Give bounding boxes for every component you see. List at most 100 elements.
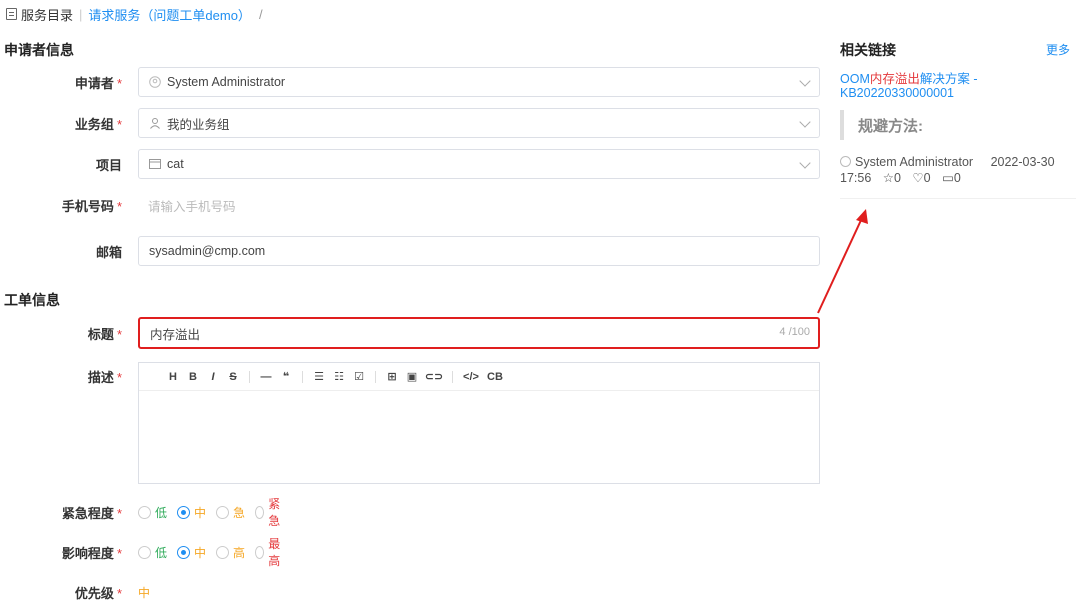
kb-likes: 0 <box>923 171 931 185</box>
italic-button[interactable]: I <box>203 371 223 383</box>
image-button[interactable]: ▣ <box>402 370 422 383</box>
applicant-row: 申请者 * System Administrator <box>0 67 820 97</box>
applicant-value: System Administrator <box>167 75 286 89</box>
table-button[interactable]: ⊞ <box>382 370 402 383</box>
link-button[interactable]: ⊂⊃ <box>422 370 446 383</box>
star-icon[interactable]: ☆ <box>883 171 894 185</box>
urgency-option-high[interactable]: 急 <box>216 504 245 521</box>
impact-option-mid[interactable]: 中 <box>177 544 206 561</box>
impact-option-high[interactable]: 高 <box>216 544 245 561</box>
urgency-radio-group: 低 中 急 紧急 <box>138 495 290 529</box>
breadcrumb-root[interactable]: 服务目录 <box>21 5 73 24</box>
applicant-section-title: 申请者信息 <box>4 42 74 58</box>
kb-author: System Administrator <box>855 155 974 169</box>
ticket-section-title: 工单信息 <box>4 292 60 308</box>
breadcrumb-slash: / <box>258 6 263 22</box>
radio-icon <box>138 505 151 519</box>
bold-button[interactable]: B <box>183 371 203 383</box>
breadcrumb-link[interactable]: 请求服务（问题工单demo） <box>88 5 251 24</box>
project-icon <box>149 158 161 170</box>
chevron-down-icon <box>799 116 811 128</box>
group-label: 业务组 * <box>74 116 122 132</box>
phone-label: 手机号码 * <box>61 198 122 214</box>
impact-radio-group: 低 中 高 最高 <box>138 535 290 569</box>
urgency-option-critical[interactable]: 紧急 <box>255 495 284 529</box>
project-label: 项目 <box>95 157 122 173</box>
impact-option-highest[interactable]: 最高 <box>255 535 284 569</box>
user-icon <box>840 156 851 167</box>
title-value: 内存溢出 <box>150 327 201 342</box>
radio-icon <box>138 545 151 559</box>
sidebar-divider <box>840 198 1076 199</box>
impact-option-low[interactable]: 低 <box>138 544 167 561</box>
radio-icon <box>216 545 230 559</box>
chevron-down-icon <box>799 75 811 87</box>
related-links-title: 相关链接 <box>840 42 896 58</box>
more-link[interactable]: 更多 <box>1046 41 1070 58</box>
urgency-option-low[interactable]: 低 <box>138 504 167 521</box>
comment-icon[interactable]: ▭ <box>942 171 954 185</box>
impact-label: 影响程度 * <box>61 545 122 561</box>
codeblock-button[interactable]: CB <box>483 371 507 383</box>
kb-date: 2022-03-30 <box>990 155 1055 169</box>
kb-stars: 0 <box>893 171 901 185</box>
project-row: 项目 cat <box>0 149 820 179</box>
project-value: cat <box>167 157 184 171</box>
email-row: 邮箱 sysadmin@cmp.com <box>0 236 820 266</box>
group-icon <box>149 117 161 129</box>
radio-icon <box>255 505 265 519</box>
radio-icon <box>216 505 230 519</box>
thumb-up-icon[interactable]: ♡ <box>912 171 923 185</box>
email-value: sysadmin@cmp.com <box>149 244 266 258</box>
urgency-row: 紧急程度 * 低 中 急 紧急 <box>0 497 280 528</box>
toolbar-divider <box>302 370 303 383</box>
quote-button[interactable]: ❝ <box>276 370 296 383</box>
title-row: 标题 * 内存溢出 4 /100 <box>0 317 820 349</box>
radio-icon <box>255 545 265 559</box>
breadcrumb: 服务目录 | 请求服务（问题工单demo） / <box>6 4 263 24</box>
kb-meta: System Administrator 2022-03-30 17:56 ☆0… <box>840 154 1072 186</box>
chevron-down-icon <box>799 157 811 169</box>
urgency-option-mid[interactable]: 中 <box>177 504 206 521</box>
toolbar-divider <box>249 370 250 383</box>
urgency-label: 紧急程度 * <box>61 505 122 521</box>
group-row: 业务组 * 我的业务组 <box>0 108 820 138</box>
heading-button[interactable]: H <box>163 371 183 383</box>
phone-row: 手机号码 * 请输入手机号码 <box>0 190 820 220</box>
kb-comments: 0 <box>953 171 961 185</box>
title-label: 标题 * <box>87 326 122 342</box>
phone-input[interactable]: 请输入手机号码 <box>138 190 820 220</box>
kb-article-link[interactable]: OOM内存溢出解决方案 - KB20220330000001 <box>840 72 1070 100</box>
priority-row: 优先级 * 中 <box>0 582 150 602</box>
group-value: 我的业务组 <box>167 117 230 132</box>
ol-button[interactable]: ☷ <box>329 370 349 383</box>
priority-label: 优先级 * <box>74 585 122 601</box>
radio-checked-icon <box>177 545 191 559</box>
desc-label: 描述 * <box>87 369 122 385</box>
strike-button[interactable]: S <box>223 371 243 383</box>
toolbar-divider <box>375 370 376 383</box>
title-input[interactable]: 内存溢出 4 /100 <box>138 317 820 349</box>
task-button[interactable]: ☑ <box>349 370 369 383</box>
group-select[interactable]: 我的业务组 <box>138 108 820 138</box>
applicant-select[interactable]: System Administrator <box>138 67 820 97</box>
breadcrumb-separator: | <box>79 6 83 22</box>
applicant-label: 申请者 * <box>74 75 122 91</box>
editor-toolbar: H B I S — ❝ ☰ ☷ ☑ ⊞ ▣ ⊂⊃ </> CB <box>139 363 819 391</box>
phone-placeholder: 请输入手机号码 <box>148 199 236 214</box>
priority-value-wrap: 中 <box>138 584 150 601</box>
email-input[interactable]: sysadmin@cmp.com <box>138 236 820 266</box>
project-select[interactable]: cat <box>138 149 820 179</box>
kb-quote: 规避方法: <box>840 110 923 140</box>
catalog-icon <box>6 8 17 20</box>
user-icon <box>149 76 161 88</box>
priority-value: 中 <box>138 585 151 600</box>
hr-button[interactable]: — <box>256 371 276 383</box>
code-button[interactable]: </> <box>459 371 483 383</box>
impact-row: 影响程度 * 低 中 高 最高 <box>0 537 280 568</box>
ul-button[interactable]: ☰ <box>309 370 329 383</box>
kb-time: 17:56 <box>840 171 872 185</box>
desc-editor[interactable]: H B I S — ❝ ☰ ☷ ☑ ⊞ ▣ ⊂⊃ </> CB <box>138 362 820 484</box>
title-counter: 4 /100 <box>779 326 810 338</box>
radio-checked-icon <box>177 505 191 519</box>
